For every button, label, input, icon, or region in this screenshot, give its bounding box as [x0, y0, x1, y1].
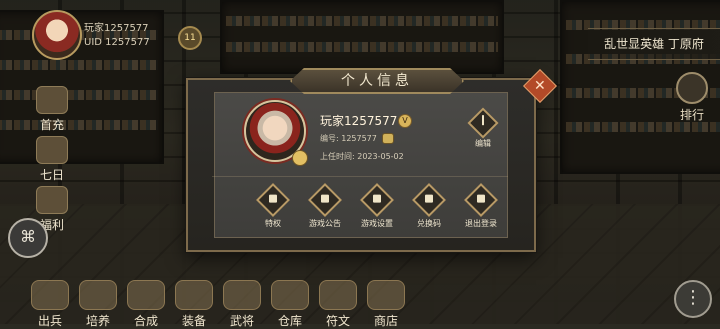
privilege-icon	[256, 183, 290, 217]
panel-actions: 特权 游戏公告 游戏设置 兑换码 退出登录	[248, 183, 518, 232]
ranking-button[interactable]: 排行	[674, 72, 710, 122]
nav-label: 合成	[133, 314, 158, 328]
action-label: 兑换码	[417, 219, 441, 228]
logout-button[interactable]: 退出登录	[456, 183, 506, 229]
panel-player-name: 玩家1257577	[320, 114, 398, 128]
privilege-button[interactable]: 特权	[248, 183, 298, 229]
nav-label: 武将	[229, 314, 254, 328]
avatar-badge-icon	[292, 150, 308, 166]
ranking-icon	[676, 72, 708, 104]
nav-general[interactable]: 武将	[220, 280, 264, 328]
nav-label: 培养	[85, 314, 110, 328]
nav-label: 商店	[373, 314, 398, 328]
nav-label: 出兵	[37, 314, 62, 328]
train-icon	[79, 280, 117, 310]
seven-day-icon	[36, 136, 68, 164]
side-menu-label: 首充	[39, 118, 64, 132]
ranking-label: 排行	[679, 108, 704, 122]
announcement-icon	[308, 183, 342, 217]
side-menu-label: 七日	[39, 168, 64, 182]
nav-battle[interactable]: 出兵	[28, 280, 72, 328]
announcement-button[interactable]: 游戏公告	[300, 183, 350, 229]
edit-label: 编辑	[475, 139, 491, 148]
warehouse-icon	[271, 280, 309, 310]
hud-uid: UID 1257577	[84, 37, 150, 48]
nav-equipment[interactable]: 装备	[172, 280, 216, 328]
side-menu-first-recharge[interactable]: 首充	[32, 86, 72, 133]
panel-player-id: 编号: 1257577	[320, 134, 377, 143]
side-menu-seven-day[interactable]: 七日	[32, 136, 72, 183]
general-icon	[223, 280, 261, 310]
nav-craft[interactable]: 合成	[124, 280, 168, 328]
redeem-code-icon	[412, 183, 446, 217]
player-avatar[interactable]	[32, 10, 82, 60]
nav-shop[interactable]: 商店	[364, 280, 408, 328]
welfare-icon	[36, 186, 68, 214]
nav-label: 仓库	[277, 314, 302, 328]
redeem-code-button[interactable]: 兑换码	[404, 183, 454, 229]
rune-icon	[319, 280, 357, 310]
settings-gear-icon	[360, 183, 394, 217]
close-icon: ✕	[534, 77, 546, 94]
battle-icon	[31, 280, 69, 310]
logout-icon	[464, 183, 498, 217]
edit-profile-button[interactable]: 编辑	[467, 107, 499, 152]
brush-edit-icon	[467, 107, 499, 139]
equipment-icon	[175, 280, 213, 310]
game-settings-button[interactable]: 游戏设置	[352, 183, 402, 229]
action-label: 游戏设置	[361, 219, 393, 228]
action-label: 特权	[265, 219, 281, 228]
panel-title: 个人信息	[290, 68, 464, 94]
nav-label: 装备	[181, 314, 206, 328]
server-banner: 乱世显英雄 丁原府	[588, 28, 720, 60]
shop-icon	[367, 280, 405, 310]
nav-warehouse[interactable]: 仓库	[268, 280, 312, 328]
vip-badge[interactable]: 11	[178, 26, 202, 50]
nav-train[interactable]: 培养	[76, 280, 120, 328]
nav-rune[interactable]: 符文	[316, 280, 360, 328]
action-label: 退出登录	[465, 219, 497, 228]
assistant-floating-button[interactable]: ⌘	[8, 218, 48, 258]
nav-label: 符文	[325, 314, 350, 328]
first-recharge-icon	[36, 86, 68, 114]
appointment-date: 上任时间: 2023-05-02	[320, 152, 404, 161]
hud-player-name: 玩家1257577	[84, 23, 149, 34]
panel-divider	[212, 176, 508, 177]
vip-icon: V	[398, 114, 412, 128]
more-menu-button[interactable]: ⋮	[674, 280, 712, 318]
craft-icon	[127, 280, 165, 310]
action-label: 游戏公告	[309, 219, 341, 228]
copy-id-icon[interactable]	[382, 133, 394, 144]
bottom-navigation: 出兵 培养 合成 装备 武将 仓库 符文 商店	[28, 280, 428, 328]
